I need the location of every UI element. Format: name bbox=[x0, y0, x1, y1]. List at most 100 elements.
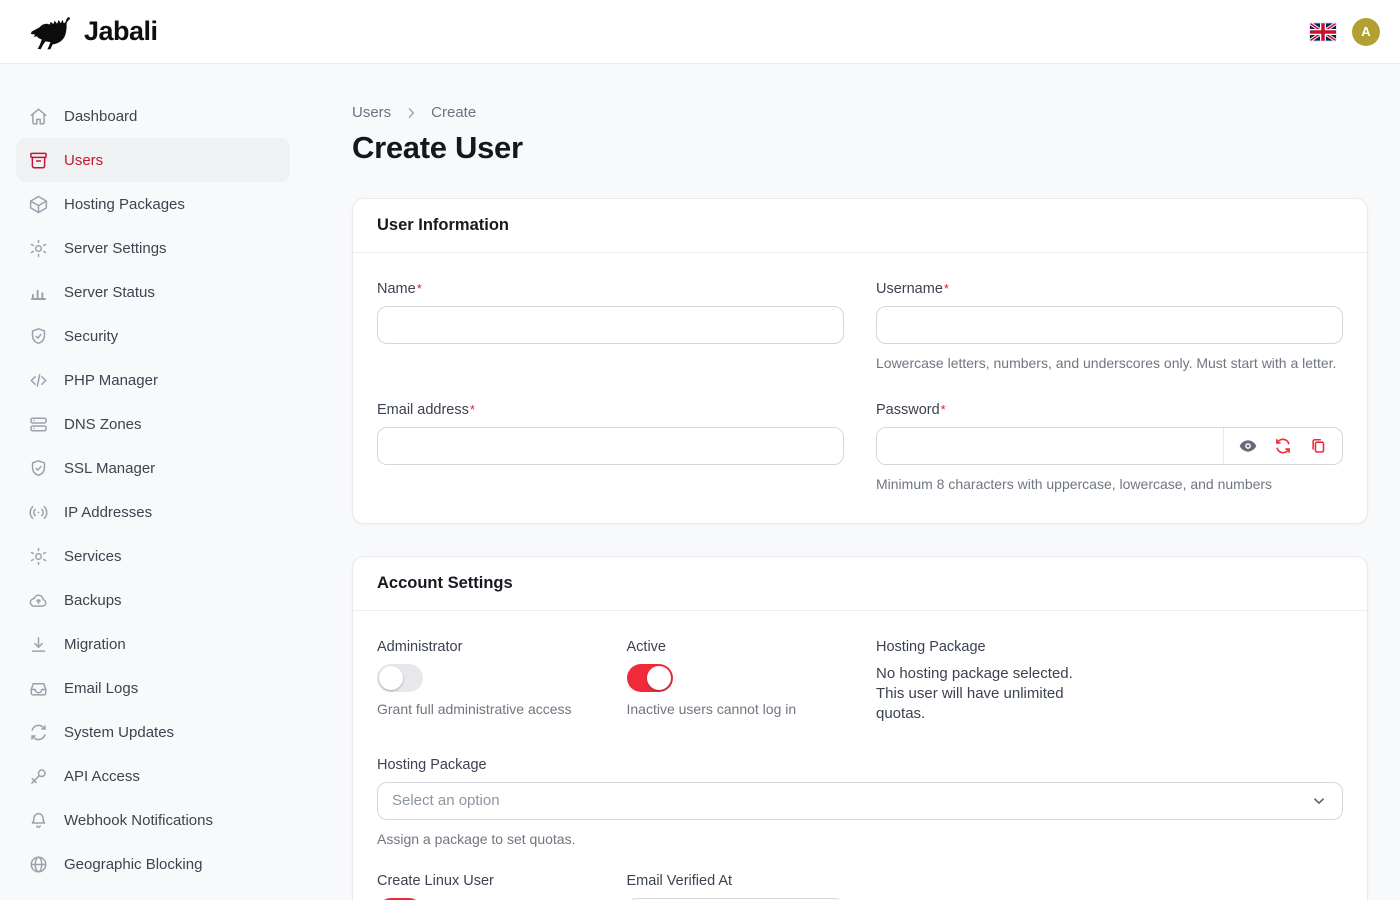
sidebar-item-api-access[interactable]: API Access bbox=[16, 754, 290, 798]
breadcrumb-current: Create bbox=[431, 104, 476, 121]
hosting-package-info-text: No hosting package selected. This user w… bbox=[876, 664, 1088, 725]
hosting-package-info-label: Hosting Package bbox=[876, 639, 1094, 655]
password-help-text: Minimum 8 characters with uppercase, low… bbox=[876, 475, 1343, 495]
bell-icon bbox=[28, 810, 49, 831]
cube-icon bbox=[28, 194, 49, 215]
sidebar-item-system-updates[interactable]: System Updates bbox=[16, 710, 290, 754]
hosting-package-help-text: Assign a package to set quotas. bbox=[377, 830, 1343, 850]
administrator-toggle[interactable] bbox=[377, 664, 423, 692]
chart-bar-icon bbox=[28, 282, 49, 303]
hosting-package-label: Hosting Package bbox=[377, 757, 1343, 773]
archive-icon bbox=[28, 150, 49, 171]
sidebar-item-dns-zones[interactable]: DNS Zones bbox=[16, 402, 290, 446]
gear-icon bbox=[28, 546, 49, 567]
username-input[interactable] bbox=[876, 306, 1343, 344]
card-title: Account Settings bbox=[377, 574, 1343, 593]
username-label: Username* bbox=[876, 281, 1343, 297]
sidebar-item-label: Dashboard bbox=[64, 108, 137, 125]
sidebar-item-label: SSL Manager bbox=[64, 460, 155, 477]
hosting-package-info-group: Hosting Package No hosting package selec… bbox=[876, 639, 1094, 725]
sidebar-item-label: Migration bbox=[64, 636, 126, 653]
account-settings-card: Account Settings Administrator Grant ful… bbox=[352, 556, 1368, 900]
active-label: Active bbox=[627, 639, 845, 655]
sidebar-item-label: DNS Zones bbox=[64, 416, 142, 433]
copy-password-button[interactable] bbox=[1308, 436, 1328, 456]
active-help-text: Inactive users cannot log in bbox=[627, 701, 845, 717]
active-field-group: Active Inactive users cannot log in bbox=[627, 639, 845, 725]
chevron-down-icon bbox=[1310, 792, 1328, 810]
sidebar-item-label: System Updates bbox=[64, 724, 174, 741]
card-title: User Information bbox=[377, 216, 1343, 235]
password-input-group bbox=[876, 427, 1343, 465]
app-header: Jabali A bbox=[0, 0, 1400, 64]
sidebar-item-label: Backups bbox=[64, 592, 122, 609]
sidebar-item-services[interactable]: Services bbox=[16, 534, 290, 578]
password-actions bbox=[1223, 428, 1342, 464]
select-placeholder: Select an option bbox=[392, 792, 500, 809]
sidebar-item-migration[interactable]: Migration bbox=[16, 622, 290, 666]
sidebar-item-label: IP Addresses bbox=[64, 504, 152, 521]
breadcrumb-users-link[interactable]: Users bbox=[352, 104, 391, 121]
home-icon bbox=[28, 106, 49, 127]
sidebar-item-geographic-blocking[interactable]: Geographic Blocking bbox=[16, 842, 290, 886]
name-field-group: Name* bbox=[377, 281, 844, 374]
sidebar-item-label: Users bbox=[64, 152, 103, 169]
sidebar-item-ip-addresses[interactable]: IP Addresses bbox=[16, 490, 290, 534]
sidebar-item-dashboard[interactable]: Dashboard bbox=[16, 94, 290, 138]
sidebar-item-users[interactable]: Users bbox=[16, 138, 290, 182]
toggle-knob bbox=[647, 666, 671, 690]
email-verified-at-field-group: Email Verified At dd/mm/yyyy bbox=[627, 873, 845, 900]
sidebar-item-backups[interactable]: Backups bbox=[16, 578, 290, 622]
boar-logo-icon bbox=[26, 12, 74, 52]
breadcrumb: Users Create bbox=[352, 104, 1368, 121]
brand-logo[interactable]: Jabali bbox=[26, 12, 158, 52]
sidebar-item-server-settings[interactable]: Server Settings bbox=[16, 226, 290, 270]
sidebar-item-email-logs[interactable]: Email Logs bbox=[16, 666, 290, 710]
administrator-label: Administrator bbox=[377, 639, 595, 655]
password-input[interactable] bbox=[877, 428, 1223, 464]
name-input[interactable] bbox=[377, 306, 844, 344]
account-settings-card-header: Account Settings bbox=[353, 557, 1367, 611]
hosting-package-field-group: Hosting Package Select an option Assign … bbox=[377, 757, 1343, 850]
active-toggle[interactable] bbox=[627, 664, 673, 692]
shield-check-icon bbox=[28, 458, 49, 479]
sidebar-item-hosting-packages[interactable]: Hosting Packages bbox=[16, 182, 290, 226]
required-asterisk: * bbox=[944, 281, 949, 296]
page-title: Create User bbox=[352, 130, 1368, 166]
sidebar-item-label: Security bbox=[64, 328, 118, 345]
email-label: Email address* bbox=[377, 402, 844, 418]
generate-password-button[interactable] bbox=[1273, 436, 1293, 456]
language-flag-button[interactable] bbox=[1310, 23, 1336, 41]
administrator-help-text: Grant full administrative access bbox=[377, 701, 595, 717]
email-verified-at-label: Email Verified At bbox=[627, 873, 845, 889]
brand-name: Jabali bbox=[84, 16, 158, 47]
sidebar-item-php-manager[interactable]: PHP Manager bbox=[16, 358, 290, 402]
required-asterisk: * bbox=[417, 281, 422, 296]
uk-flag-icon bbox=[1310, 23, 1336, 41]
show-password-button[interactable] bbox=[1238, 436, 1258, 456]
user-information-card-header: User Information bbox=[353, 199, 1367, 253]
sidebar-item-security[interactable]: Security bbox=[16, 314, 290, 358]
sidebar-item-webhook-notifications[interactable]: Webhook Notifications bbox=[16, 798, 290, 842]
sidebar-item-label: Geographic Blocking bbox=[64, 856, 202, 873]
arrow-down-tray-icon bbox=[28, 634, 49, 655]
username-help-text: Lowercase letters, numbers, and undersco… bbox=[876, 354, 1343, 374]
sidebar-item-ssl-manager[interactable]: SSL Manager bbox=[16, 446, 290, 490]
required-asterisk: * bbox=[941, 402, 946, 417]
sidebar-item-label: Webhook Notifications bbox=[64, 812, 213, 829]
server-stack-icon bbox=[28, 414, 49, 435]
hosting-package-select[interactable]: Select an option bbox=[377, 782, 1343, 820]
password-field-group: Password* bbox=[876, 402, 1343, 495]
create-linux-user-field-group: Create Linux User bbox=[377, 873, 595, 900]
required-asterisk: * bbox=[470, 402, 475, 417]
email-input[interactable] bbox=[377, 427, 844, 465]
administrator-field-group: Administrator Grant full administrative … bbox=[377, 639, 595, 725]
user-information-card: User Information Name* Username* Lowerca… bbox=[352, 198, 1368, 524]
sidebar-item-server-status[interactable]: Server Status bbox=[16, 270, 290, 314]
sidebar: Dashboard Users Hosting PackagesServer Set… bbox=[0, 64, 304, 900]
user-avatar-button[interactable]: A bbox=[1352, 18, 1380, 46]
sidebar-item-label: PHP Manager bbox=[64, 372, 158, 389]
code-icon bbox=[28, 370, 49, 391]
regenerate-icon bbox=[1273, 436, 1293, 456]
sidebar-item-label: API Access bbox=[64, 768, 140, 785]
